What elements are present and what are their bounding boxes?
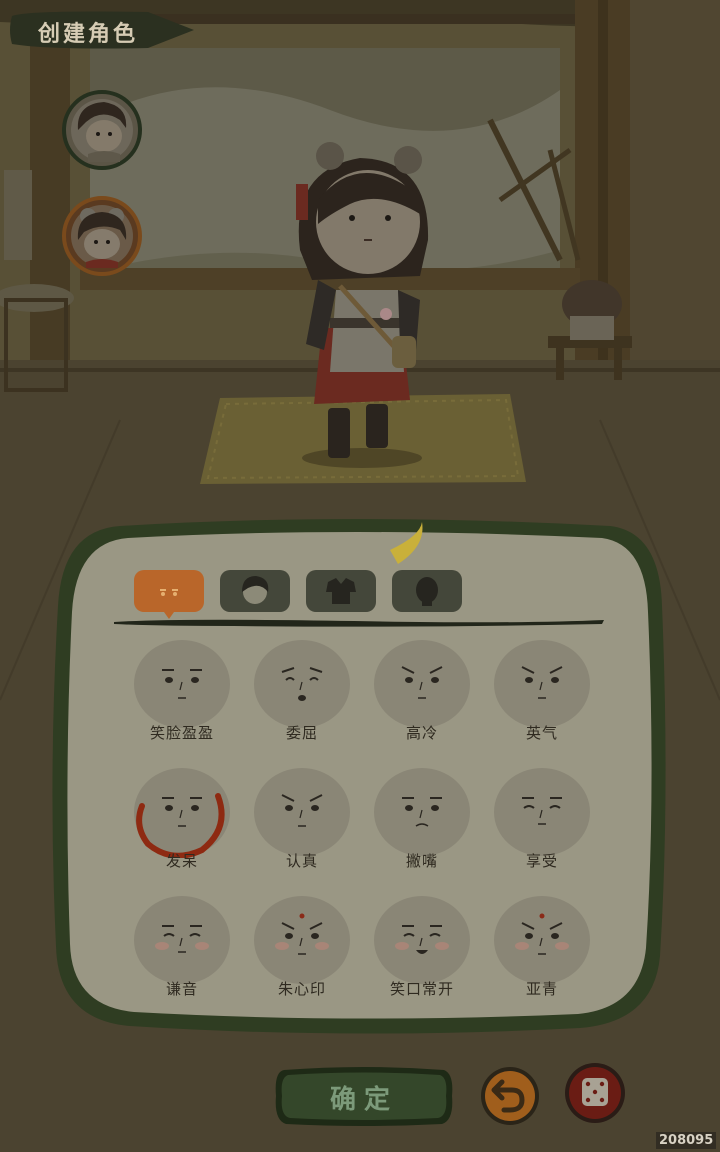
expression-label: 英气: [525, 724, 558, 742]
expression-grid: 笑脸盈盈 委屈 高冷 英气发呆 认真 撇嘴 享受谦音 朱心印 笑口常开 亚青: [130, 638, 608, 1004]
expression-label: 朱心印: [277, 980, 326, 998]
divider-brush: [114, 619, 604, 627]
head-silhouette-icon: [392, 570, 462, 612]
face-thumbnail: [132, 766, 232, 859]
expression-label: 亚青: [525, 980, 558, 998]
tab-expression[interactable]: [134, 570, 204, 619]
face-thumbnail: [132, 894, 232, 986]
hair-icon: [220, 570, 290, 612]
girl-avatar-icon: [62, 196, 142, 276]
confirm-button-label: 确定: [329, 1085, 398, 1115]
watermark: 208095: [656, 1132, 717, 1149]
tab-hair[interactable]: [220, 570, 290, 612]
robe-icon: [306, 570, 376, 612]
face-thumbnail: [252, 638, 352, 730]
female-portrait[interactable]: [62, 196, 142, 276]
face-thumbnail: [252, 894, 352, 986]
expression-label: 谦音: [165, 980, 198, 998]
undo-button[interactable]: [480, 1066, 540, 1126]
face-expression-icon: [134, 570, 204, 619]
tab-skin[interactable]: [392, 570, 462, 612]
expression-label: 高冷: [405, 724, 438, 742]
expression-label: 享受: [525, 852, 558, 870]
expression-label: 笑脸盈盈: [149, 724, 214, 742]
boy-avatar-icon: [62, 90, 142, 170]
confirm-button[interactable]: 确定: [274, 1066, 454, 1126]
undo-arrow-icon: [481, 1067, 539, 1125]
face-thumbnail: [492, 894, 592, 986]
dice-icon: [565, 1063, 625, 1123]
expression-label: 发呆: [165, 852, 198, 870]
expression-label: 笑口常开: [389, 980, 454, 998]
page-title-text: 创建角色: [38, 21, 139, 47]
page-title: 创建角色: [8, 10, 194, 50]
face-thumbnail: [372, 894, 472, 986]
face-thumbnail: [372, 638, 472, 730]
expression-label: 认真: [285, 852, 318, 870]
tab-clothes[interactable]: [306, 570, 376, 612]
randomize-button[interactable]: [564, 1062, 626, 1124]
expression-label: 委屈: [285, 724, 318, 742]
customization-panel: 笑脸盈盈 委屈 高冷 英气发呆 认真 撇嘴 享受谦音 朱心印 笑口常开 亚青: [50, 516, 666, 1034]
face-thumbnail: [132, 638, 232, 730]
male-portrait[interactable]: [62, 90, 142, 170]
face-thumbnail: [492, 766, 592, 858]
expression-label: 撇嘴: [405, 852, 438, 870]
face-thumbnail: [492, 638, 592, 730]
face-thumbnail: [252, 766, 352, 858]
face-thumbnail: [372, 766, 472, 858]
